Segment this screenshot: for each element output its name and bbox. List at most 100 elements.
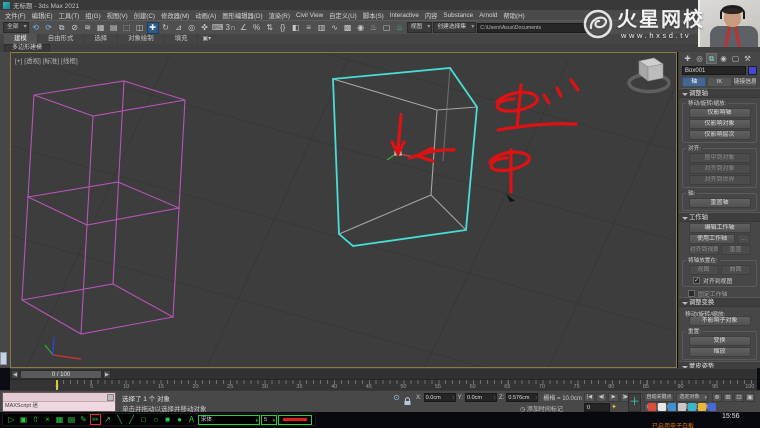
playback-button-go-to-start[interactable]: |◀ (584, 393, 595, 402)
reset-working-pivot-button[interactable]: 重置 (721, 245, 751, 255)
reset-scale-button[interactable]: 缩放 (689, 347, 751, 357)
align-to-view-checkbox[interactable]: ✓ (693, 277, 700, 284)
left-edge-widget[interactable] (0, 352, 7, 365)
toolbar-icon-snap-toggle[interactable]: 3∩ (225, 22, 237, 34)
nav-button-maximize-viewport[interactable]: ▣ (745, 393, 755, 402)
menu-item[interactable]: 工具(T) (56, 11, 83, 20)
toolbar-icon-select-region[interactable]: ⬚ (121, 22, 133, 34)
annotation-size-dropdown[interactable]: 5 (261, 415, 277, 425)
menu-item[interactable]: 帮助(H) (500, 11, 527, 20)
command-tab-motion[interactable]: ◉ (718, 53, 729, 64)
toolbar-icon-select-scale[interactable]: ⊿ (173, 22, 185, 34)
toolbar-icon-spinner-snap[interactable]: ⇅ (264, 22, 276, 34)
menu-item[interactable]: 图形编辑器(D) (219, 11, 265, 20)
isolate-selection-toggle[interactable]: ⊙ (392, 393, 401, 402)
toolbar-icon-rendered-frame[interactable]: ▢ (381, 22, 393, 34)
command-tab-modify[interactable]: ◎ (694, 53, 705, 64)
reset-transform-button[interactable]: 变换 (689, 336, 751, 346)
x-coordinate-field[interactable]: 0.0cm (424, 393, 456, 402)
toolbar-icon-select-object[interactable]: ▦ (95, 22, 107, 34)
toolbar-icon-schematic-view[interactable]: ▩ (342, 22, 354, 34)
annotation-font-dropdown[interactable]: 宋体 (198, 415, 260, 425)
ribbon-tab[interactable]: 建模 (4, 34, 38, 44)
tray-icon-tray-2[interactable] (658, 403, 666, 411)
tab-ik[interactable]: IK (707, 77, 731, 87)
tray-icon-tray-4[interactable] (678, 403, 686, 411)
listener-macro-row[interactable] (3, 393, 115, 402)
annotation-tool-arrow[interactable]: ↗ (102, 414, 113, 425)
menu-item[interactable]: 文件(F) (2, 11, 29, 20)
toolbar-icon-keyboard-override[interactable]: ⌨ (212, 22, 224, 34)
menu-item[interactable]: Civil View (293, 12, 326, 19)
menu-item[interactable]: Substance (440, 12, 476, 19)
command-tab-hierarchy[interactable]: ⧉ (706, 53, 717, 64)
rollout-adjust-transform[interactable]: 调整变换 (679, 297, 760, 307)
ribbon-tab[interactable]: 填充 (165, 34, 199, 44)
time-slider-prev[interactable]: ◀ (11, 370, 19, 379)
selection-lock-icon[interactable] (403, 393, 412, 402)
tab-pivot[interactable]: 轴 (682, 77, 706, 87)
annotation-tool-pen[interactable]: ✏ (90, 414, 101, 425)
listener-resize-handle[interactable] (107, 394, 114, 401)
tray-icon-tray-7[interactable] (708, 403, 716, 411)
nav-button-zoom-extents[interactable]: ⊡ (734, 393, 744, 402)
object-name-field[interactable]: Box001 (682, 66, 746, 75)
tab-polygon-modeling[interactable]: 多边形建模 (4, 44, 50, 52)
tray-icon-tray-6[interactable] (698, 403, 706, 411)
toolbar-icon-align[interactable]: ≡ (303, 22, 315, 34)
align-to-object-button[interactable]: 对齐到对象 (689, 164, 751, 174)
annotation-tool-upload[interactable]: ⇧ (30, 414, 41, 425)
menu-item[interactable]: 脚本(S) (360, 11, 387, 20)
reference-coordinate-dropdown[interactable]: 视图 (407, 22, 433, 33)
rollout-adjust-pivot[interactable]: 调整轴 (679, 88, 760, 98)
toolbar-icon-select-move[interactable]: ✚ (147, 22, 159, 34)
object-color-swatch[interactable] (748, 66, 757, 75)
toolbar-icon-window-crossing[interactable]: ◫ (134, 22, 146, 34)
annotation-tool-filled-ellipse[interactable]: ● (174, 414, 185, 425)
toolbar-icon-scene-explorer[interactable]: ▥ (316, 22, 328, 34)
annotation-tool-close[interactable]: × (42, 414, 53, 425)
tray-icon-tray-1[interactable] (648, 403, 656, 411)
command-tab-utilities[interactable]: ⚒ (742, 53, 753, 64)
center-to-object-button[interactable]: 居中到对象 (689, 153, 751, 163)
annotation-tool-open[interactable]: ▷ (6, 414, 17, 425)
menu-item[interactable]: 内容 (422, 11, 441, 20)
key-mode-icon[interactable]: ✦ (611, 403, 617, 412)
menu-item[interactable]: 修改器(M) (158, 11, 192, 20)
affect-object-only-button[interactable]: 仅影响对象 (689, 119, 751, 129)
time-slider-handle[interactable]: 0 / 100 (20, 370, 102, 379)
toolbar-icon-undo[interactable]: ⟲ (30, 22, 42, 34)
annotation-tool-pencil[interactable]: ✎ (78, 414, 89, 425)
selection-set-dropdown[interactable]: 选定对象 (676, 393, 708, 402)
working-pivot-more-button[interactable]: ... (737, 234, 750, 244)
viewcube[interactable] (629, 58, 669, 92)
z-coordinate-field[interactable]: 0.576cm (506, 393, 538, 402)
toolbar-icon-material-editor[interactable]: ◉ (355, 22, 367, 34)
annotation-tool-thin-line[interactable]: ╱ (126, 414, 137, 425)
toolbar-icon-angle-snap[interactable]: ∠ (238, 22, 250, 34)
reset-pivot-button[interactable]: 重置轴 (689, 198, 751, 208)
place-surface-button[interactable]: 曲面 (721, 265, 751, 275)
set-keys-button[interactable]: ＋ (628, 393, 641, 412)
menu-item[interactable]: Arnold (476, 12, 500, 19)
command-tab-display[interactable]: ▢ (730, 53, 741, 64)
tray-icon-tray-5[interactable] (688, 403, 696, 411)
toolbar-icon-redo[interactable]: ⟳ (43, 22, 55, 34)
menu-item[interactable]: 组(G) (82, 11, 103, 20)
menu-item[interactable]: 动画(A) (192, 11, 219, 20)
ribbon-tab[interactable]: 选择 (84, 34, 118, 44)
annotation-tool-text[interactable]: A (186, 414, 197, 425)
ribbon-tab[interactable]: 自由形式 (38, 34, 85, 44)
rollout-skin-pose[interactable]: 蒙皮姿势 (679, 361, 760, 368)
rollout-working-pivot[interactable]: 工作轴 (679, 212, 760, 222)
toolbar-icon-named-selection-sets[interactable]: {} (277, 22, 289, 34)
toolbar-icon-select-rotate[interactable]: ↻ (160, 22, 172, 34)
align-to-world-button[interactable]: 对齐到世界 (689, 175, 751, 185)
toolbar-icon-curve-editor[interactable]: ∿ (329, 22, 341, 34)
magenta-wireframe-box[interactable] (22, 81, 185, 334)
nav-button-zoom[interactable]: ⊕ (712, 393, 722, 402)
use-working-pivot-button[interactable]: 使用工作轴 (689, 234, 735, 244)
nav-button-zoom-all[interactable]: ⊞ (723, 393, 733, 402)
affect-hierarchy-only-button[interactable]: 仅影响层次 (689, 130, 751, 140)
annotation-tool-rectangle[interactable]: □ (138, 414, 149, 425)
